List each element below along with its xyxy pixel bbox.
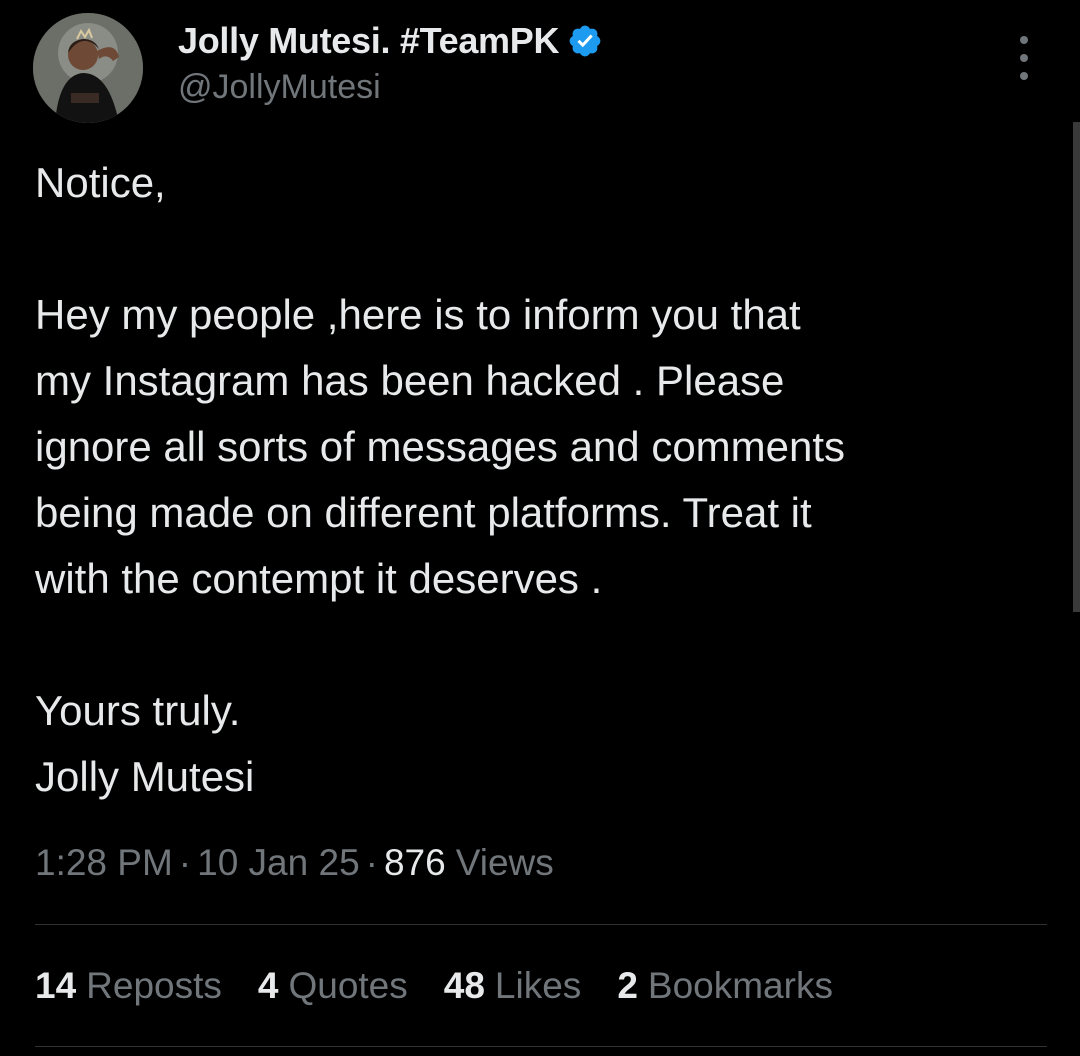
author-handle[interactable]: @JollyMutesi [178,68,381,107]
stat-quotes[interactable]: 4 Quotes [258,965,408,1007]
author-name-row[interactable]: Jolly Mutesi. #TeamPK [178,18,603,64]
tweet-paragraph: Notice, [35,159,166,206]
tweet-date[interactable]: 10 Jan 25 [197,842,360,884]
meta-separator: · [365,842,378,883]
more-vertical-icon[interactable] [1007,36,1041,80]
tweet-time[interactable]: 1:28 PM [35,842,173,884]
views-label: Views [455,842,554,883]
tweet-meta: 1:28 PM · 10 Jan 25 · 876 Views [35,842,554,884]
views-count: 876 [383,842,446,883]
stat-count: 14 [35,965,77,1006]
stat-label: Quotes [288,965,408,1006]
divider [35,924,1047,925]
avatar[interactable] [33,13,143,123]
verified-badge-icon [567,23,603,59]
engagement-stats: 14 Reposts 4 Quotes 48 Likes 2 Bookmarks [35,965,869,1007]
tweet-paragraph: Hey my people ,here is to inform you tha… [35,291,846,602]
scrollbar[interactable] [1073,122,1080,612]
stat-label: Likes [494,965,582,1006]
author-display-name[interactable]: Jolly Mutesi. #TeamPK [178,20,559,62]
stat-count: 48 [443,965,485,1006]
meta-separator: · [178,842,192,883]
stat-label: Reposts [86,965,222,1006]
stat-bookmarks[interactable]: 2 Bookmarks [617,965,833,1007]
tweet-card: Jolly Mutesi. #TeamPK @JollyMutesi Notic… [0,0,1080,1056]
stat-label: Bookmarks [647,965,833,1006]
divider [35,1046,1047,1047]
more-dot [1020,54,1028,62]
stat-reposts[interactable]: 14 Reposts [35,965,222,1007]
stat-count: 2 [617,965,638,1006]
more-dot [1020,72,1028,80]
stat-likes[interactable]: 48 Likes [444,965,582,1007]
tweet-text: Notice, Hey my people ,here is to inform… [35,150,1045,810]
stat-count: 4 [257,965,279,1006]
tweet-paragraph: Yours truly. Jolly Mutesi [35,687,255,800]
more-dot [1020,36,1028,44]
